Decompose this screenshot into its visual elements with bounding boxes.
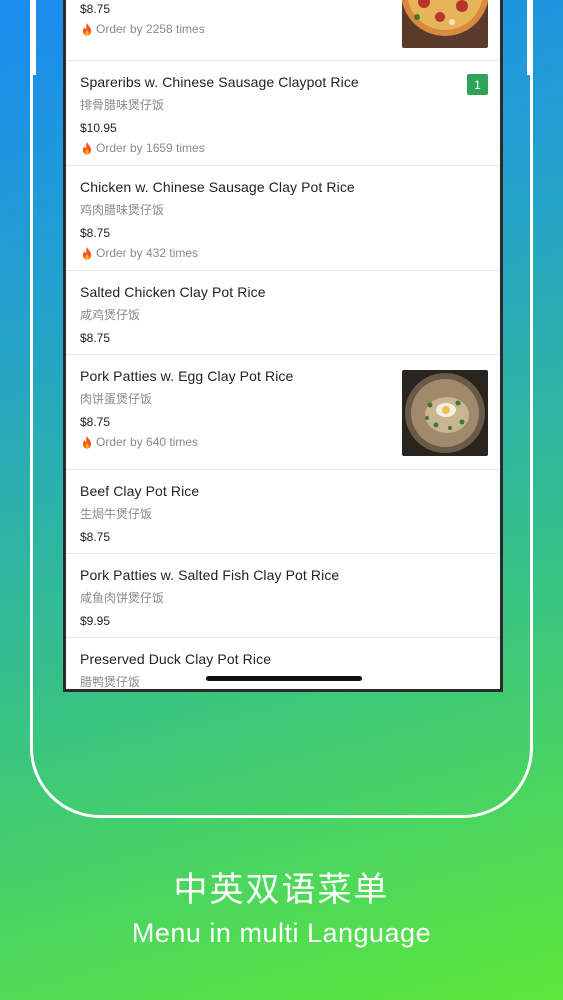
item-price: $8.75 — [80, 331, 111, 345]
item-price: $9.95 — [80, 614, 111, 628]
item-name: Pork Patties w. Salted Fish Clay Pot Ric… — [80, 567, 340, 583]
menu-screen[interactable]: $8.75 Order by 2258 times Spareribs w. C… — [63, 0, 503, 692]
menu-item[interactable]: Spareribs w. Chinese Sausage Claypot Ric… — [66, 61, 500, 166]
quantity-badge[interactable]: 1 — [467, 74, 488, 95]
home-indicator[interactable] — [206, 676, 362, 681]
caption-title-english: Menu in multi Language — [131, 918, 432, 948]
item-name-chinese: 排骨腊味煲仔饭 — [80, 98, 165, 112]
food-photo[interactable] — [402, 370, 488, 456]
item-name: Chicken w. Chinese Sausage Clay Pot Rice — [80, 179, 355, 195]
menu-item[interactable]: Pork Patties w. Salted Fish Clay Pot Ric… — [66, 554, 500, 638]
order-count-text: Order by 1659 times — [96, 141, 205, 155]
caption-title-chinese: 中英双语菜单 — [173, 870, 390, 910]
flame-icon — [83, 23, 91, 36]
menu-item[interactable]: $8.75 Order by 2258 times — [66, 0, 500, 61]
menu-item[interactable]: Chicken w. Chinese Sausage Clay Pot Rice… — [66, 166, 500, 271]
flame-icon — [83, 436, 91, 449]
item-price: $10.95 — [80, 121, 117, 135]
order-count-text: Order by 2258 times — [96, 22, 205, 36]
item-name-chinese: 鸡肉腊味煲仔饭 — [80, 203, 165, 217]
menu-item[interactable]: Beef Clay Pot Rice 生焗牛煲仔饭 $8.75 — [66, 470, 500, 554]
item-order-count: Order by 1659 times — [80, 141, 486, 155]
item-name-chinese: 咸鱼肉饼煲仔饭 — [80, 591, 165, 605]
food-photo[interactable] — [402, 0, 488, 48]
flame-icon — [83, 142, 91, 155]
menu-item[interactable]: Preserved Duck Clay Pot Rice 腊鸭煲仔饭 — [66, 638, 500, 689]
item-name-chinese: 咸鸡煲仔饭 — [80, 308, 141, 322]
order-count-text: Order by 640 times — [96, 435, 199, 449]
menu-item[interactable]: Pork Patties w. Egg Clay Pot Rice 肉饼蛋煲仔饭… — [66, 355, 500, 470]
menu-item[interactable]: Salted Chicken Clay Pot Rice 咸鸡煲仔饭 $8.75 — [66, 271, 500, 355]
item-name: Beef Clay Pot Rice — [80, 483, 200, 499]
item-name: Preserved Duck Clay Pot Rice — [80, 651, 272, 667]
flame-icon — [83, 247, 91, 260]
order-count-text: Order by 432 times — [96, 246, 199, 260]
item-name: Spareribs w. Chinese Sausage Claypot Ric… — [80, 74, 359, 90]
item-name: Salted Chicken Clay Pot Rice — [80, 284, 266, 300]
item-price: $8.75 — [80, 226, 111, 240]
item-name-chinese: 生焗牛煲仔饭 — [80, 507, 153, 521]
item-order-count: Order by 432 times — [80, 246, 486, 260]
item-price: $8.75 — [80, 530, 111, 544]
